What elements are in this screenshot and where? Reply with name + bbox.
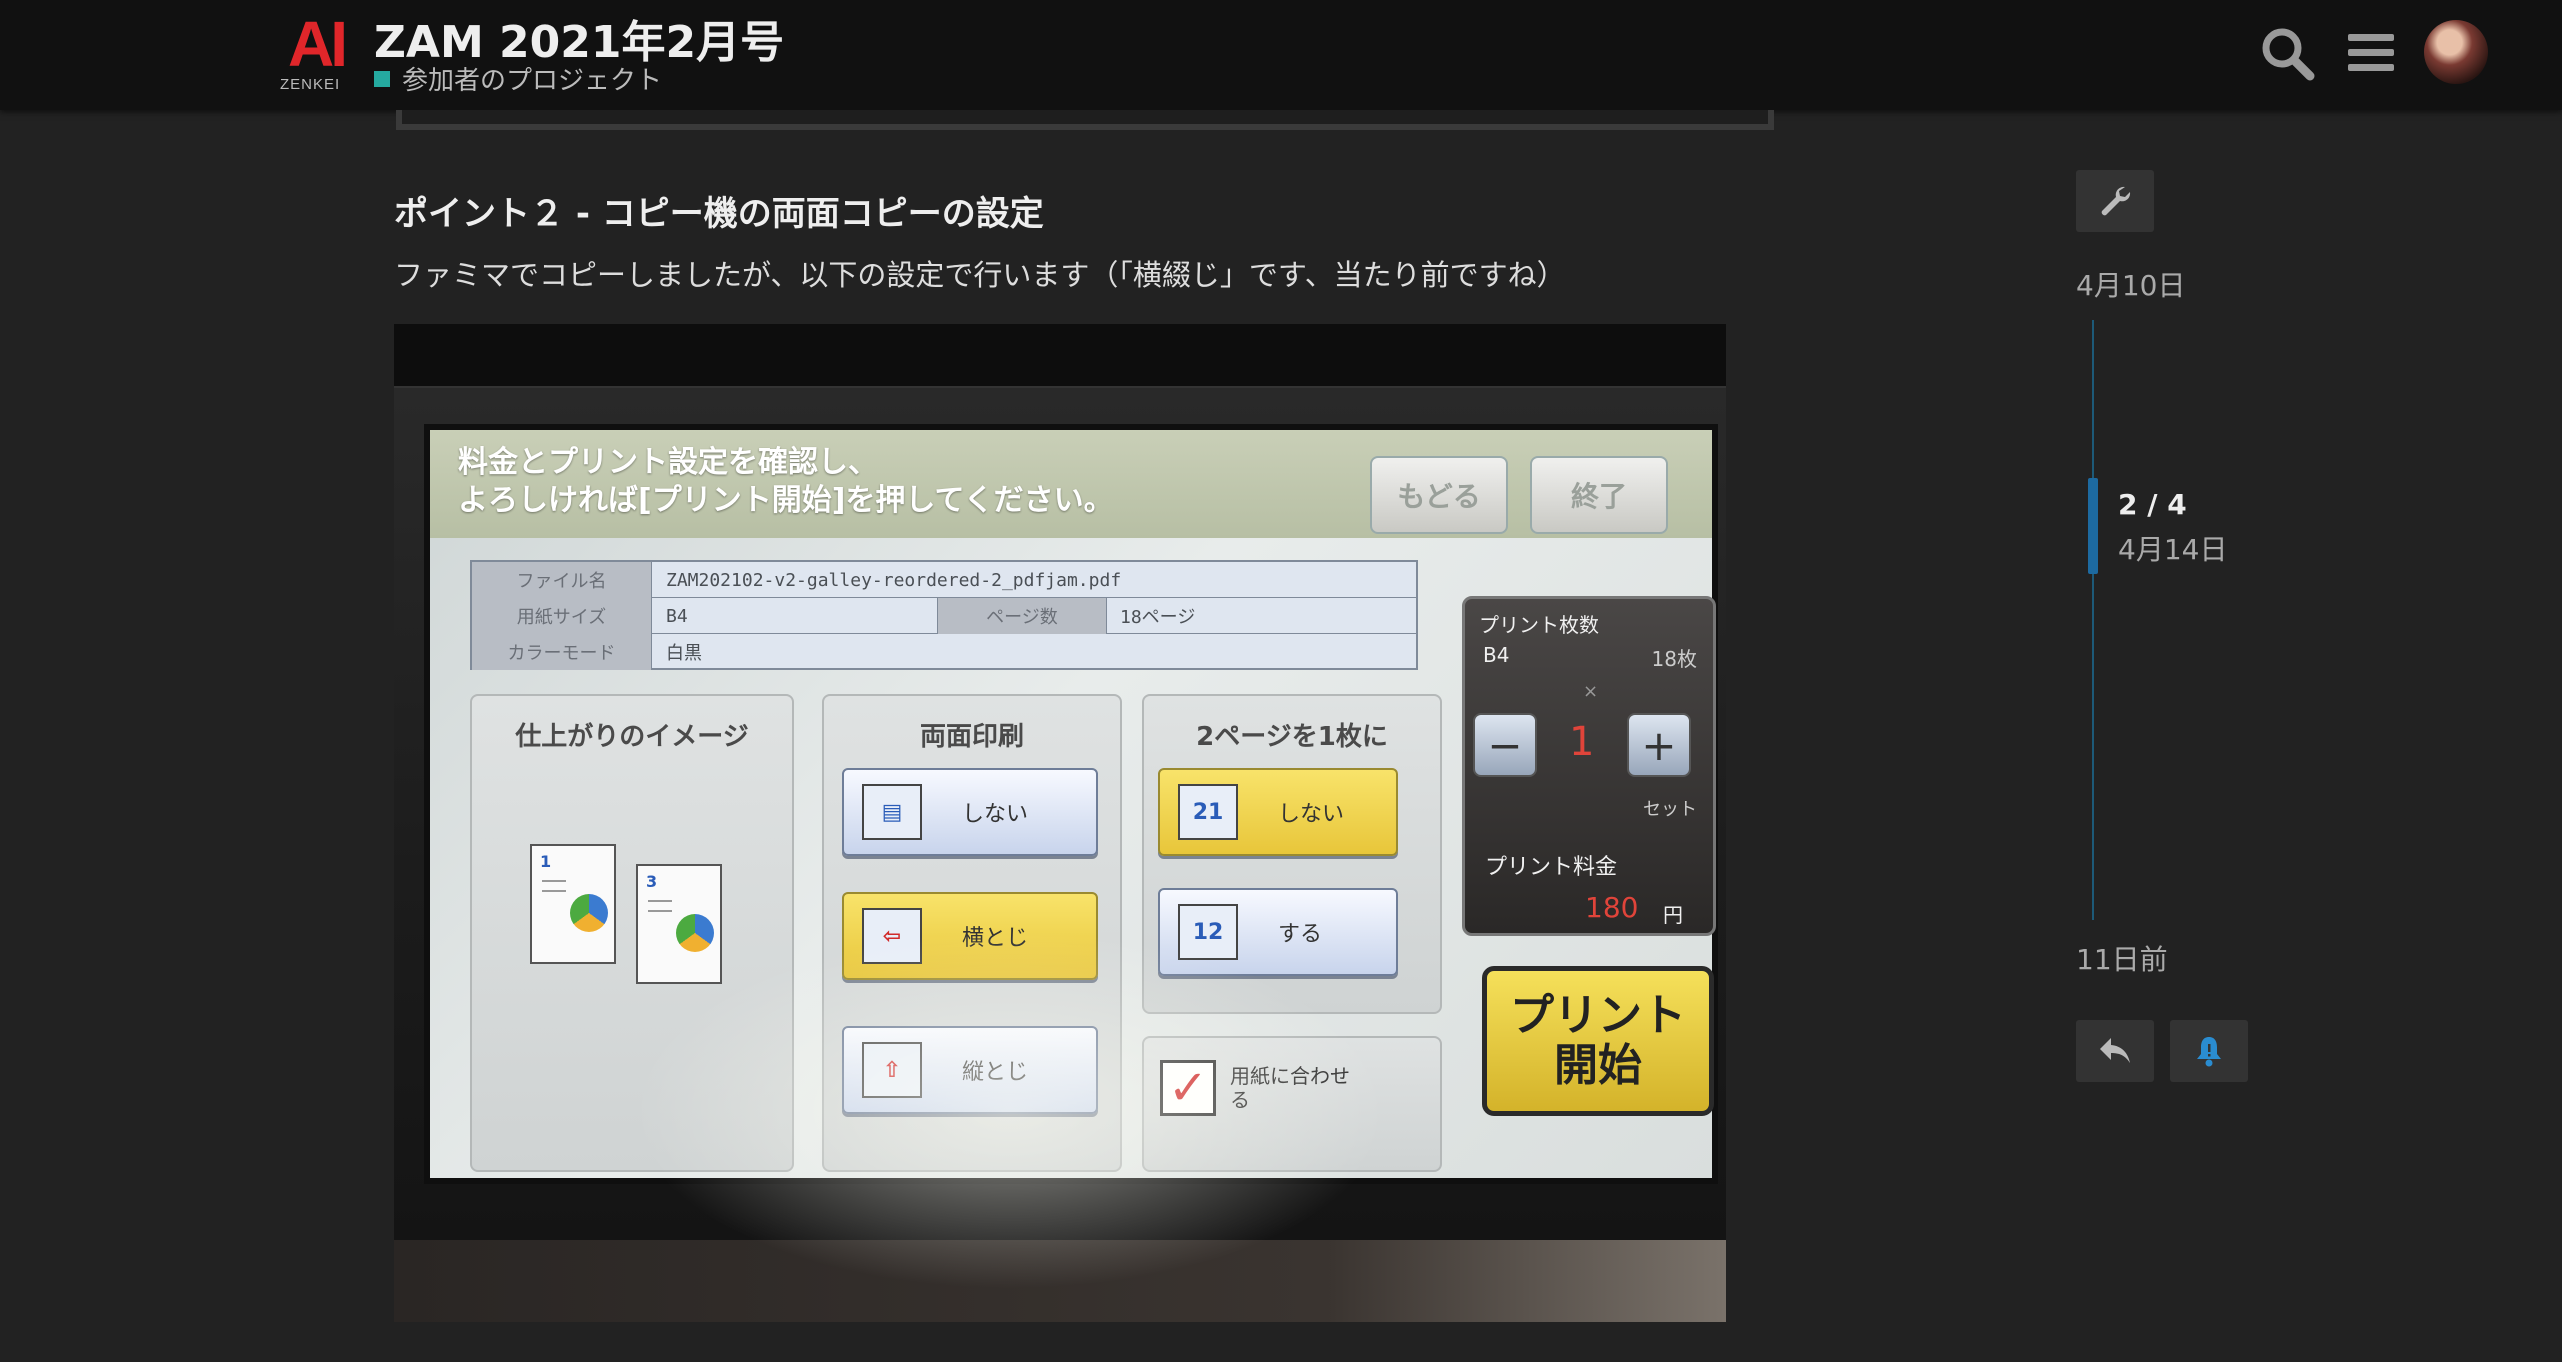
document-preview-icon: 3 (636, 864, 722, 984)
button-label: しない (1278, 802, 1345, 827)
wrench-icon (2101, 186, 2131, 216)
timeline-end-date[interactable]: 11日前 (2076, 938, 2168, 978)
timeline-start-date[interactable]: 4月10日 (2076, 264, 2185, 304)
info-row-paper: 用紙サイズ B4 ページ数 18ページ (472, 598, 1416, 634)
two-up-none-button: 21 しない (1158, 768, 1398, 856)
post-heading: ポイント２ - コピー機の両面コピーの設定 (394, 194, 1044, 234)
info-row-file: ファイル名 ZAM202102-v2-galley-reordered-2_pd… (472, 562, 1416, 598)
floor-area (394, 1240, 1726, 1322)
quote-block-bottom (396, 110, 1774, 130)
count-multiply: × (1583, 681, 1599, 702)
category-color-swatch (374, 70, 390, 87)
print-start-button: プリント 開始 (1482, 966, 1714, 1116)
start-label-line2: 開始 (1554, 1040, 1642, 1091)
fee-label: プリント料金 (1485, 855, 1618, 880)
category-label: 参加者のプロジェクト (402, 66, 663, 96)
short-edge-bind-icon: ⇧ (862, 1042, 922, 1098)
count-quantity: 1 (1569, 719, 1595, 765)
single-side-icon: ▤ (862, 784, 922, 840)
fit-to-paper-panel: ✓ 用紙に合わせる (1142, 1036, 1442, 1172)
duplex-long-edge-button: ⇦ 横とじ (842, 892, 1098, 980)
site-logo[interactable]: AI ZENKEI (280, 8, 362, 94)
info-value: ZAM202102-v2-galley-reordered-2_pdfjam.p… (666, 569, 1122, 591)
duplex-short-edge-button: ⇧ 縦とじ (842, 1026, 1098, 1114)
info-value: 18ページ (1120, 607, 1196, 628)
user-avatar[interactable] (2424, 20, 2488, 84)
info-label: カラーモード (472, 634, 652, 670)
plus-icon: + (1627, 713, 1691, 777)
kiosk-screen: 料金とプリント設定を確認し、 よろしければ[プリント開始]を押してください。 も… (424, 424, 1718, 1290)
logo-mark: AI (288, 8, 348, 80)
kiosk-message-line1: 料金とプリント設定を確認し、 (458, 445, 878, 480)
start-label-line1: プリント (1510, 990, 1686, 1041)
category-badge[interactable]: 参加者のプロジェクト (374, 60, 662, 97)
print-count-box: プリント枚数 B4 18枚 × − 1 + セット プリント料金 180 円 (1462, 596, 1716, 936)
count-paper-size: B4 (1483, 643, 1510, 667)
logo-wordmark: ZENKEI (280, 76, 341, 93)
checkmark-icon: ✓ (1160, 1060, 1216, 1116)
info-row-color: カラーモード 白黒 (472, 634, 1416, 670)
two-up-on-icon: 12 (1178, 904, 1238, 960)
kiosk-end-button: 終了 (1530, 456, 1668, 534)
info-value: 白黒 (666, 643, 702, 664)
count-set-label: セット (1643, 799, 1697, 820)
kiosk-info-table: ファイル名 ZAM202102-v2-galley-reordered-2_pd… (470, 560, 1418, 670)
hamburger-menu-icon[interactable] (2340, 22, 2402, 84)
info-label: ファイル名 (472, 562, 652, 598)
finish-image-panel: 仕上がりのイメージ 1 3 (470, 694, 794, 1172)
kiosk-message-bar: 料金とプリント設定を確認し、 よろしければ[プリント開始]を押してください。 も… (430, 430, 1712, 538)
timeline-track[interactable] (2092, 320, 2094, 920)
info-label: ページ数 (937, 598, 1107, 634)
admin-wrench-button[interactable] (2076, 170, 2154, 232)
count-title: プリント枚数 (1479, 613, 1599, 637)
minus-icon: − (1473, 713, 1537, 777)
fit-to-paper-label: 用紙に合わせる (1230, 1064, 1350, 1112)
button-label: しない (962, 802, 1029, 827)
search-icon[interactable] (2256, 22, 2318, 84)
two-up-panel: 2ページを1枚に 21 しない 12 する (1142, 694, 1442, 1014)
duplex-none-button: ▤ しない (842, 768, 1098, 856)
document-preview-icon: 1 (530, 844, 616, 964)
two-up-off-icon: 21 (1178, 784, 1238, 840)
fee-unit: 円 (1663, 903, 1683, 927)
panel-title: 2ページを1枚に (1196, 722, 1388, 752)
count-sheets: 18枚 (1651, 647, 1697, 671)
kiosk-message: 料金とプリント設定を確認し、 よろしければ[プリント開始]を押してください。 (458, 444, 1114, 520)
reply-icon (2100, 1038, 2130, 1063)
kiosk-message-line2: よろしければ[プリント開始]を押してください。 (458, 483, 1114, 518)
duplex-panel: 両面印刷 ▤ しない ⇦ 横とじ ⇧ 縦とじ (822, 694, 1122, 1172)
timeline-scroll-handle[interactable] (2088, 478, 2098, 574)
long-edge-bind-icon: ⇦ (862, 908, 922, 964)
timeline-position: 2 / 4 (2118, 488, 2187, 521)
bell-icon (2197, 1037, 2221, 1067)
button-label: する (1278, 922, 1323, 947)
info-value: B4 (666, 605, 688, 627)
timeline-position-date: 4月14日 (2118, 533, 2228, 566)
panel-title: 仕上がりのイメージ (515, 722, 749, 752)
post-paragraph: ファミマでコピーしましたが、以下の設定で行います（「横綴じ」です、当たり前ですね… (394, 258, 1566, 292)
site-header: AI ZENKEI ZAM 2021年2月号 参加者のプロジェクト (0, 0, 2562, 110)
notification-button[interactable] (2170, 1020, 2248, 1082)
button-label: 縦とじ (962, 1060, 1029, 1085)
kiosk-bezel-top (394, 324, 1726, 388)
two-up-yes-button: 12 する (1158, 888, 1398, 976)
button-label: 横とじ (962, 926, 1029, 951)
fee-value: 180 (1585, 891, 1639, 924)
kiosk-back-button: もどる (1370, 456, 1508, 534)
panel-title: 両面印刷 (919, 722, 1024, 752)
post-image[interactable]: 料金とプリント設定を確認し、 よろしければ[プリント開始]を押してください。 も… (394, 324, 1726, 1322)
reply-button[interactable] (2076, 1020, 2154, 1082)
info-label: 用紙サイズ (472, 598, 652, 634)
